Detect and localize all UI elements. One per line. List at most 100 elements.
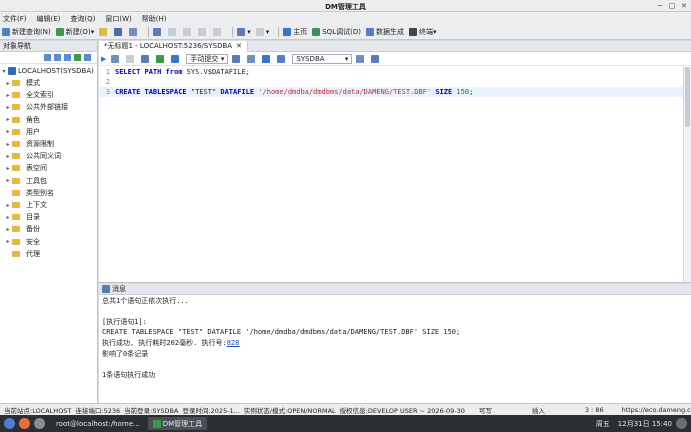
sort-button[interactable] bbox=[277, 54, 287, 63]
status-url[interactable]: https://eco.dameng.com bbox=[622, 406, 691, 414]
tree-item-label: 代理 bbox=[26, 249, 40, 258]
menu-help[interactable]: 帮助(H) bbox=[142, 14, 167, 24]
close-icon[interactable]: ✕ bbox=[236, 42, 242, 50]
maximize-button[interactable]: □ bbox=[667, 1, 677, 11]
layout-button[interactable] bbox=[371, 54, 381, 63]
menu-file[interactable]: 文件(F) bbox=[3, 14, 27, 24]
tree-item[interactable]: ▸ 用户 bbox=[4, 126, 40, 138]
collapse-icon[interactable] bbox=[74, 54, 81, 61]
line-number: 3 bbox=[105, 88, 110, 96]
expand-arrow-icon[interactable]: ▸ bbox=[4, 153, 12, 160]
save-all-button[interactable] bbox=[129, 28, 139, 36]
open-button[interactable] bbox=[99, 28, 109, 36]
tree-item[interactable]: ▸ 目录 bbox=[4, 211, 40, 223]
find-button[interactable] bbox=[262, 54, 272, 63]
tree-item[interactable]: ▸ 模式 bbox=[4, 77, 40, 89]
minimize-button[interactable]: ─ bbox=[655, 1, 665, 11]
tree-item[interactable]: ▸ 公共同义词 bbox=[4, 150, 61, 162]
firefox-icon[interactable] bbox=[19, 418, 30, 429]
folder-icon bbox=[12, 141, 20, 147]
find-icon bbox=[262, 54, 271, 63]
settings-icon[interactable] bbox=[84, 54, 91, 61]
tree-item[interactable]: ▸ 全文索引 bbox=[4, 89, 54, 101]
rollback-button[interactable] bbox=[171, 54, 181, 63]
menu-edit[interactable]: 编辑(E) bbox=[37, 14, 61, 24]
schema-select[interactable]: SYSDBA ▾ bbox=[292, 53, 353, 64]
start-menu-icon[interactable] bbox=[4, 418, 15, 429]
paste-button[interactable] bbox=[213, 28, 223, 36]
data-gen-button[interactable]: 数据生成 bbox=[365, 27, 404, 37]
tree-item[interactable]: ▸ 上下文 bbox=[4, 199, 47, 211]
undo-button[interactable] bbox=[153, 28, 163, 36]
new-button[interactable]: 新建(O) ▾ bbox=[55, 27, 94, 37]
expand-arrow-icon[interactable]: ▸ bbox=[4, 165, 12, 172]
save-button[interactable] bbox=[114, 28, 124, 36]
tree-item[interactable]: ▸ 备份 bbox=[4, 223, 40, 235]
tree-item[interactable]: ▸ 公共外部链接 bbox=[4, 101, 68, 113]
comment-button[interactable] bbox=[247, 54, 257, 63]
execute-script-button[interactable] bbox=[111, 54, 121, 63]
window-title: DM管理工具 bbox=[325, 3, 366, 11]
undo-icon bbox=[153, 28, 162, 36]
tree-item-label: 目录 bbox=[26, 213, 40, 222]
expanded-arrow-icon[interactable]: ▾ bbox=[0, 68, 8, 75]
tree-item[interactable]: ▸ 资源限制 bbox=[4, 138, 54, 150]
back-button[interactable]: ▾ bbox=[237, 28, 251, 36]
execute-button[interactable]: ▶ bbox=[101, 55, 106, 63]
tree-item[interactable]: ▸ 角色 bbox=[4, 114, 40, 126]
expand-arrow-icon[interactable]: ▸ bbox=[4, 92, 12, 99]
refresh-icon[interactable] bbox=[54, 54, 61, 61]
expand-arrow-icon[interactable]: ▸ bbox=[4, 238, 12, 245]
format-button[interactable] bbox=[232, 54, 242, 63]
code-line[interactable]: 1 SELECT PATH from SYS.V$DATAFILE; bbox=[99, 67, 683, 77]
transpose-button[interactable] bbox=[356, 54, 366, 63]
new-query-button[interactable]: 新建查询(N) bbox=[2, 27, 51, 37]
commit-button[interactable] bbox=[156, 54, 166, 63]
copy-button[interactable] bbox=[198, 28, 208, 36]
connect-icon[interactable] bbox=[44, 54, 51, 61]
menu-query[interactable]: 查询(Q) bbox=[70, 14, 95, 24]
home-button[interactable]: 主页 bbox=[283, 27, 307, 37]
editor-tab[interactable]: *无标题1 - LOCALHOST:5236/SYSDBA ✕ bbox=[99, 40, 248, 52]
code-line[interactable]: 2 bbox=[99, 77, 683, 87]
tree-item[interactable]: ▸ 安全 bbox=[4, 236, 40, 248]
forward-button[interactable]: ▾ bbox=[255, 28, 269, 36]
scrollbar-thumb[interactable] bbox=[685, 67, 690, 127]
redo-button[interactable] bbox=[168, 28, 178, 36]
taskbar-dm-app[interactable]: DM管理工具 bbox=[147, 417, 208, 430]
file-manager-icon[interactable] bbox=[34, 418, 45, 429]
tree-item[interactable]: 代理 bbox=[4, 248, 40, 260]
taskbar-terminal[interactable]: root@localhost:/home... bbox=[51, 417, 145, 430]
tree-root-localhost[interactable]: ▾ LOCALHOST(SYSDBA) bbox=[0, 65, 94, 77]
close-button[interactable]: ✕ bbox=[679, 1, 689, 11]
code-area[interactable]: 1 SELECT PATH from SYS.V$DATAFILE; 2 3 CREAT… bbox=[99, 67, 683, 282]
menu-window[interactable]: 窗口(W) bbox=[105, 14, 131, 24]
expand-arrow-icon[interactable]: ▸ bbox=[4, 116, 12, 123]
tree-item[interactable]: ▸ 表空间 bbox=[4, 162, 47, 174]
expand-arrow-icon[interactable]: ▸ bbox=[4, 226, 12, 233]
code-token: CREATE TABLESPACE bbox=[115, 88, 187, 96]
expand-arrow-icon[interactable]: ▸ bbox=[4, 177, 12, 184]
stop-button[interactable] bbox=[126, 54, 136, 63]
expand-arrow-icon[interactable]: ▸ bbox=[4, 80, 12, 87]
expand-arrow-icon[interactable]: ▸ bbox=[4, 141, 12, 148]
sql-debug-button[interactable]: SQL调试(D) bbox=[312, 27, 361, 37]
explain-button[interactable] bbox=[141, 54, 151, 63]
expand-arrow-icon[interactable]: ▸ bbox=[4, 128, 12, 135]
code-line[interactable]: 3 CREATE TABLESPACE "TEST" DATAFILE '/hom… bbox=[99, 87, 683, 97]
folder-icon bbox=[12, 116, 20, 123]
cut-button[interactable] bbox=[183, 28, 193, 36]
tree-item[interactable]: ▸ 工具包 bbox=[4, 175, 47, 187]
tree-item-label: 全文索引 bbox=[26, 91, 54, 100]
terminal-button[interactable]: 终端 ▾ bbox=[408, 27, 436, 37]
expand-arrow-icon[interactable]: ▸ bbox=[4, 214, 12, 221]
expand-arrow-icon[interactable]: ▸ bbox=[4, 104, 12, 111]
exec-number-link[interactable]: 828 bbox=[227, 339, 240, 347]
commit-mode-select[interactable]: 手动提交 ▾ bbox=[186, 53, 229, 64]
notification-icon[interactable] bbox=[676, 418, 687, 429]
filter-icon[interactable] bbox=[64, 54, 71, 61]
expand-arrow-icon[interactable]: ▸ bbox=[4, 202, 12, 209]
editor-scrollbar[interactable] bbox=[683, 67, 691, 282]
navigator-toolbar bbox=[0, 52, 97, 64]
tree-item[interactable]: 类型别名 bbox=[4, 187, 54, 199]
